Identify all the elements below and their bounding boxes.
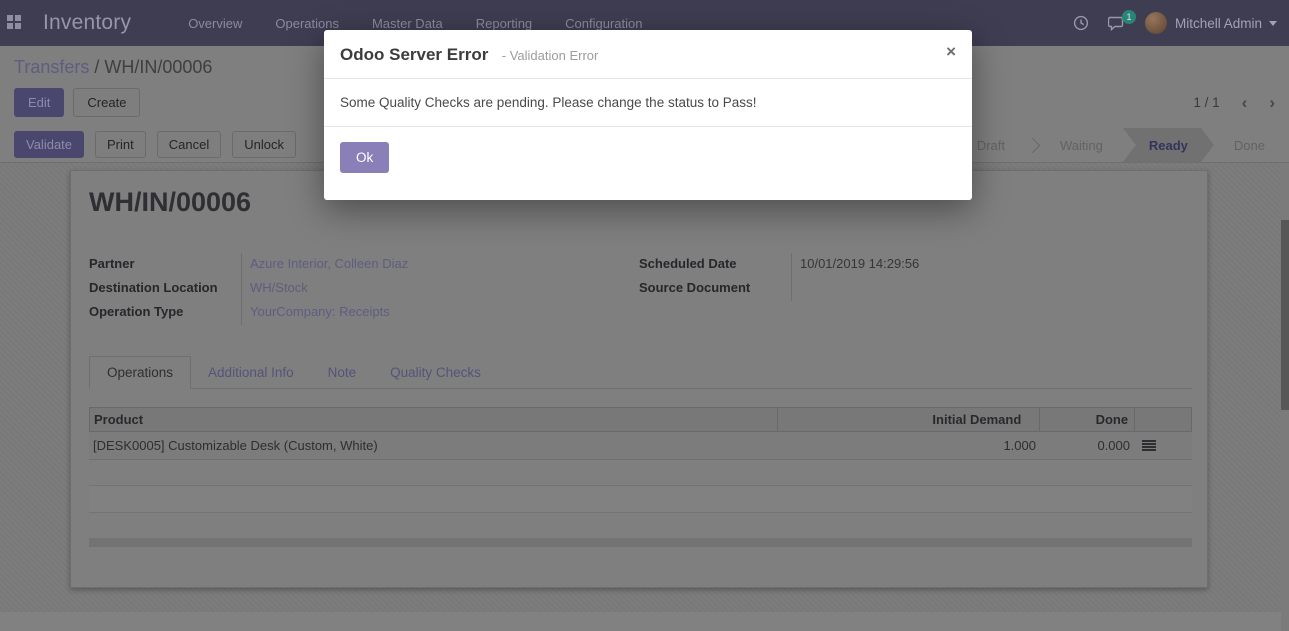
error-dialog: Odoo Server Error - Validation Error × S… [324, 30, 972, 200]
dialog-subtitle: - Validation Error [502, 48, 599, 63]
dialog-header: Odoo Server Error - Validation Error × [324, 30, 972, 79]
ok-button[interactable]: Ok [340, 142, 389, 173]
dialog-message: Some Quality Checks are pending. Please … [324, 79, 972, 127]
dialog-footer: Ok [324, 127, 972, 200]
dialog-title: Odoo Server Error [340, 45, 488, 64]
close-icon[interactable]: × [946, 43, 956, 60]
